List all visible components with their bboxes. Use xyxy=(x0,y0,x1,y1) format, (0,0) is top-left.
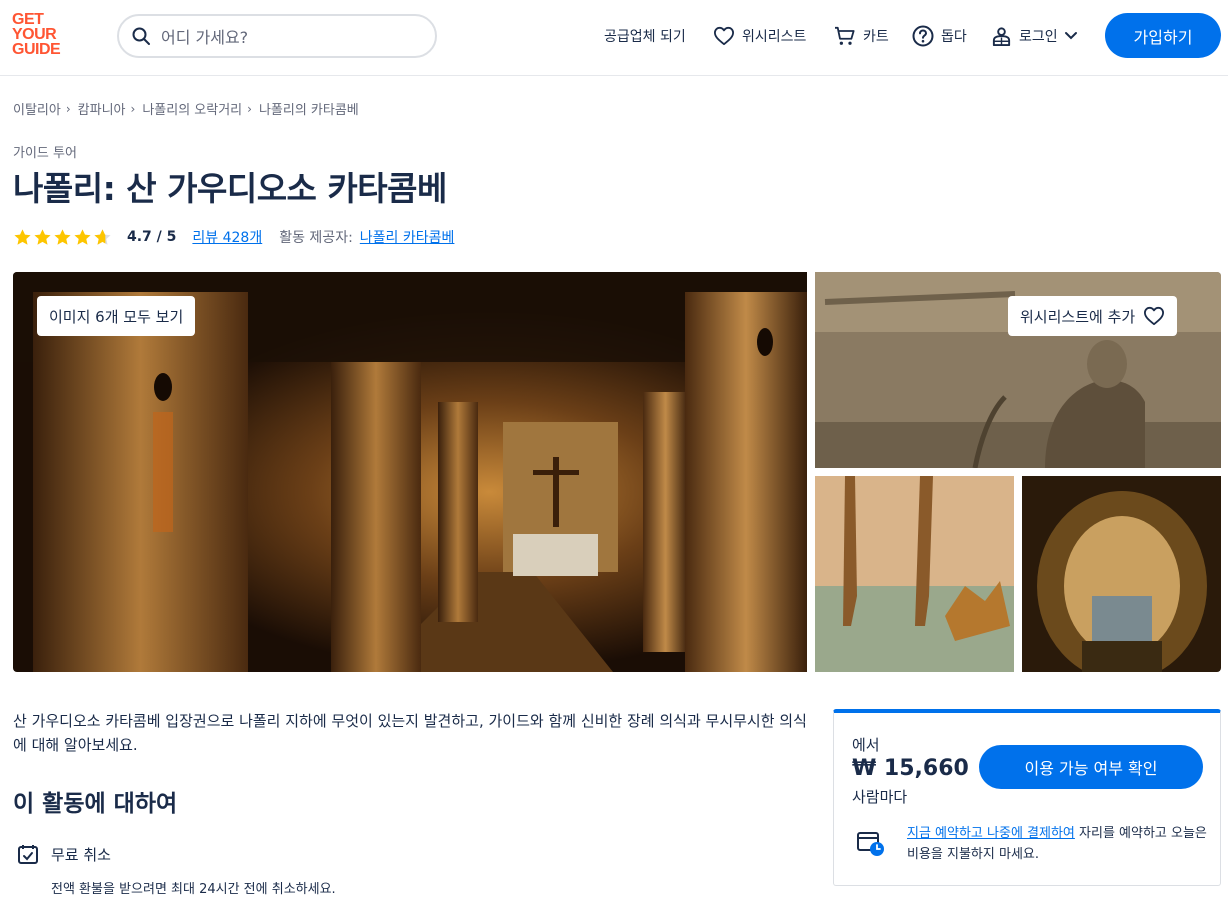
wishlist-nav-label: 위시리스트 xyxy=(742,29,807,45)
breadcrumb-item[interactable]: 캄파니아 › xyxy=(77,99,143,119)
search-placeholder: 어디 가세요? xyxy=(161,28,249,47)
free-cancellation-feature: 무료 취소 xyxy=(17,843,111,865)
reserve-now-pay-later-text: 지금 예약하고 나중에 결제하여 자리를 예약하고 오늘은 비용을 지불하지 마… xyxy=(907,823,1207,865)
star-full-icon xyxy=(54,228,71,245)
add-to-wishlist-label: 위시리스트에 추가 xyxy=(1020,307,1136,326)
activity-category: 가이드 투어 xyxy=(13,146,77,161)
calendar-clock-icon xyxy=(857,832,884,856)
breadcrumb-separator-icon: › xyxy=(130,101,136,116)
price-value: ₩ 15,660 xyxy=(852,756,969,781)
provider-label: 활동 제공자: xyxy=(279,230,353,246)
rating-score: 4.7 / 5 xyxy=(127,229,177,245)
heart-icon xyxy=(1144,306,1165,326)
breadcrumb: 이탈리아 › 캄파니아 › 나폴리의 오락거리 › 나폴리의 카타콤베 xyxy=(13,99,359,119)
breadcrumb-label: 나폴리의 오락거리 xyxy=(142,103,243,118)
top-header: GET YOUR GUIDE 어디 가세요? 공급업체 되기 위시리스트 카트 xyxy=(0,0,1228,76)
wishlist-nav-button[interactable]: 위시리스트 xyxy=(713,24,806,48)
calendar-check-icon xyxy=(18,845,38,864)
gallery-image-3[interactable] xyxy=(815,476,1014,672)
chevron-down-icon xyxy=(1064,32,1077,40)
about-section-title: 이 활동에 대하여 xyxy=(13,791,178,817)
per-person-label: 사람마다 xyxy=(852,788,908,806)
star-full-icon xyxy=(14,228,31,245)
signup-button[interactable]: 가입하기 xyxy=(1105,13,1221,58)
breadcrumb-label: 이탈리아 xyxy=(13,103,61,118)
become-supplier-label: 공급업체 되기 xyxy=(604,29,686,45)
search-icon xyxy=(132,27,150,45)
cart-button[interactable]: 카트 xyxy=(834,24,889,48)
star-full-icon xyxy=(34,228,51,245)
become-supplier-link[interactable]: 공급업체 되기 xyxy=(604,24,686,48)
provider-link[interactable]: 나폴리 카타콤베 xyxy=(360,227,455,247)
star-partial-icon xyxy=(94,228,111,245)
star-rating xyxy=(13,228,113,247)
search-input[interactable]: 어디 가세요? xyxy=(117,14,437,58)
price-from-label: 에서 xyxy=(852,736,880,754)
rating-row: 4.7 / 5 리뷰 428개 활동 제공자: 나폴리 카타콤베 xyxy=(13,226,454,248)
help-icon xyxy=(912,25,934,47)
breadcrumb-label: 캄파니아 xyxy=(77,103,126,118)
view-all-images-button[interactable]: 이미지 6개 모두 보기 xyxy=(37,296,196,336)
free-cancellation-detail: 전액 환불을 받으려면 최대 24시간 전에 취소하세요. xyxy=(51,882,336,897)
breadcrumb-item[interactable]: 나폴리의 카타콤베 xyxy=(259,99,359,118)
page-title: 나폴리: 산 가우디오소 카타콤베 xyxy=(13,169,447,208)
breadcrumb-item[interactable]: 나폴리의 오락거리 › xyxy=(142,99,259,119)
add-to-wishlist-button[interactable]: 위시리스트에 추가 xyxy=(1008,296,1178,336)
user-globe-icon xyxy=(992,26,1011,46)
reviews-link[interactable]: 리뷰 428개 xyxy=(192,227,262,247)
logo-line-1: GET xyxy=(12,11,44,28)
activity-summary: 산 가우디오소 카타콤베 입장권으로 나폴리 지하에 무엇이 있는지 발견하고,… xyxy=(13,712,807,754)
free-cancellation-title: 무료 취소 xyxy=(51,845,111,864)
logo-line-3: GUIDE xyxy=(12,41,61,58)
booking-card: 에서 ₩ 15,660 사람마다 이용 가능 여부 확인 지금 예약하고 나중에… xyxy=(833,709,1221,886)
cart-label: 카트 xyxy=(863,29,889,45)
login-button[interactable]: 로그인 xyxy=(991,24,1078,48)
heart-icon xyxy=(714,26,734,46)
star-full-icon xyxy=(74,228,91,245)
check-availability-button[interactable]: 이용 가능 여부 확인 xyxy=(979,745,1203,789)
help-button[interactable]: 돕다 xyxy=(912,24,967,48)
getyourguide-logo[interactable]: GET YOUR GUIDE xyxy=(12,11,72,58)
reserve-now-pay-later-link[interactable]: 지금 예약하고 나중에 결제하여 xyxy=(907,826,1075,841)
breadcrumb-separator-icon: › xyxy=(247,101,252,116)
login-label: 로그인 xyxy=(1019,29,1058,45)
help-label: 돕다 xyxy=(941,29,967,45)
breadcrumb-separator-icon: › xyxy=(65,101,71,116)
gallery-image-4[interactable] xyxy=(1022,476,1221,672)
logo-line-2: YOUR xyxy=(12,26,57,43)
breadcrumb-item[interactable]: 이탈리아 › xyxy=(13,99,78,119)
cart-icon xyxy=(835,26,855,45)
breadcrumb-label: 나폴리의 카타콤베 xyxy=(258,103,359,118)
